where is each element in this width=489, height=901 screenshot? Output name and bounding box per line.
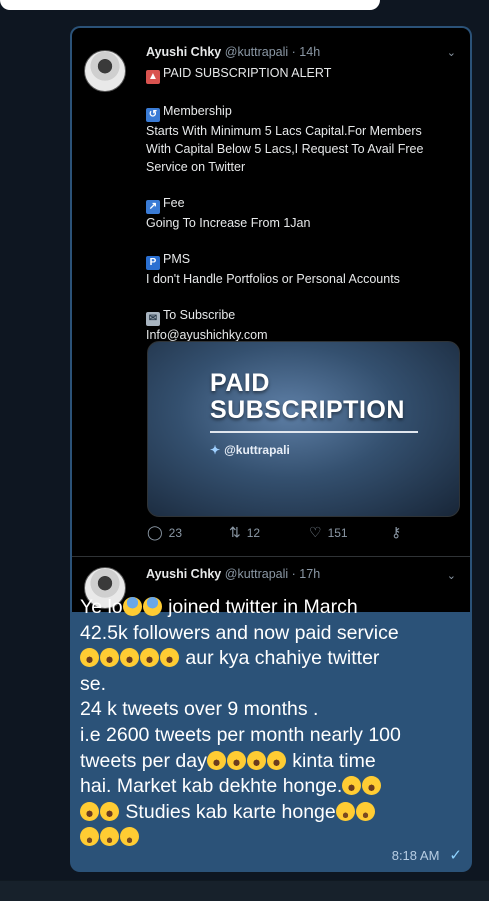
twitter-bird-icon: ✦	[210, 443, 221, 457]
card-divider	[210, 431, 418, 433]
reply-count: 23	[168, 526, 183, 540]
message-bubble[interactable]: Ayushi Chky @kuttrapali · 14h ⌄ ▲ PAID SU…	[70, 26, 472, 872]
retweet-icon: ⇅	[229, 524, 241, 540]
message-line: Ye lo	[80, 596, 123, 618]
laughing-emoji	[342, 776, 362, 796]
screaming-face-emoji	[122, 597, 142, 616]
retweet-action: ⇅ 12	[229, 524, 260, 541]
tweet-line: PAID SUBSCRIPTION ALERT	[163, 66, 332, 80]
card-title-line: PAID	[210, 369, 270, 397]
flushed-face-emoji	[355, 801, 375, 821]
tweet-line: With Capital Below 5 Lacs,I Request To A…	[146, 142, 424, 156]
laughing-emoji	[120, 648, 139, 668]
heart-icon: ♡	[309, 524, 322, 540]
avatar	[84, 50, 126, 92]
flushed-face-emoji	[80, 827, 99, 847]
laughing-emoji	[100, 648, 119, 668]
tweet-text: ▲ PAID SUBSCRIPTION ALERT ↺ Membership Sta…	[146, 64, 458, 344]
message-line: joined twitter in March	[168, 596, 358, 618]
double-check-icon: ✓	[449, 847, 462, 864]
laughing-emoji	[362, 776, 382, 796]
envelope-icon: ✉	[146, 312, 160, 326]
tweet: Ayushi Chky @kuttrapali · 14h ⌄ ▲ PAID SU…	[72, 28, 470, 555]
tweet-header: Ayushi Chky @kuttrapali · 17h	[146, 567, 320, 581]
tweet-line: Going To Increase From 1Jan	[146, 216, 311, 230]
screaming-face-emoji	[142, 597, 162, 616]
tweet-line: Service on Twitter	[146, 160, 246, 174]
laughing-emoji	[226, 750, 246, 770]
tweet-author-name: Ayushi Chky	[146, 567, 222, 581]
like-action: ♡ 151	[309, 524, 348, 541]
laughing-emoji	[100, 801, 119, 821]
membership-icon: ↺	[146, 108, 160, 122]
chevron-down-icon: ⌄	[446, 47, 456, 59]
tweet-author-name: Ayushi Chky	[146, 45, 222, 59]
message-meta: 8:18 AM ✓	[392, 846, 462, 864]
message-line: tweets per day	[80, 749, 207, 772]
laughing-emoji	[160, 648, 179, 668]
card-title-line: SUBSCRIPTION	[210, 396, 405, 424]
trend-up-icon: ↗	[146, 200, 160, 214]
message-line: i.e 2600 tweets per month nearly 100	[80, 723, 401, 746]
message-line: aur kya chahiye twitter	[185, 647, 380, 670]
message-line: kinta time	[292, 749, 376, 772]
laughing-emoji	[80, 801, 99, 821]
alert-icon: ▲	[146, 70, 160, 84]
tweet-line: Fee	[163, 196, 185, 210]
message-line: se.	[80, 672, 107, 695]
tweet-author-handle: @kuttrapali	[224, 567, 289, 581]
like-count: 151	[327, 526, 348, 540]
share-icon: ⚷	[391, 524, 402, 540]
flushed-face-emoji	[120, 827, 139, 847]
parking-p-icon: P	[146, 256, 160, 270]
flushed-face-emoji	[100, 827, 119, 847]
retweet-count: 12	[246, 526, 261, 540]
laughing-emoji	[206, 750, 226, 770]
tweet-time: · 14h	[291, 45, 321, 59]
tweet-author-handle: @kuttrapali	[224, 45, 289, 59]
card-title: PAID SUBSCRIPTION	[210, 370, 405, 424]
share-action: ⚷	[391, 524, 407, 541]
message-line: hai. Market kab dekhte honge.	[80, 775, 343, 798]
tweet-line: PMS	[163, 252, 191, 266]
message-text: Ye lo joined twitter in March 42.5k foll…	[80, 595, 460, 851]
card-handle: ✦ @kuttrapali	[210, 443, 290, 457]
tweet-header: Ayushi Chky @kuttrapali · 14h	[146, 45, 320, 59]
message-line: 24 k tweets over 9 months .	[80, 698, 319, 721]
message-time: 8:18 AM	[391, 848, 440, 863]
input-bar-edge	[0, 880, 489, 901]
reply-icon: ◯	[147, 524, 163, 540]
card-handle-text: @kuttrapali	[224, 443, 290, 457]
tweet-line: To Subscribe	[163, 308, 236, 322]
laughing-emoji	[246, 750, 266, 770]
tweet-screenshot-image[interactable]: Ayushi Chky @kuttrapali · 14h ⌄ ▲ PAID SU…	[72, 28, 470, 612]
laughing-emoji	[140, 648, 159, 668]
laughing-emoji	[266, 750, 286, 770]
tweet-line: I don't Handle Portfolios or Personal Ac…	[146, 272, 400, 286]
flushed-face-emoji	[335, 801, 355, 821]
laughing-emoji	[80, 648, 99, 668]
tweet-media-card: PAID SUBSCRIPTION ✦ @kuttrapali	[147, 341, 460, 517]
message-line: 42.5k followers and now paid service	[80, 621, 399, 644]
previous-message-bubble	[0, 0, 380, 10]
message-line: Studies kab karte honge	[125, 800, 336, 823]
tweet-line: Starts With Minimum 5 Lacs Capital.For M…	[146, 124, 422, 138]
tweet-line: Membership	[163, 104, 232, 118]
tweet-time: · 17h	[291, 567, 321, 581]
chevron-down-icon: ⌄	[446, 570, 456, 582]
tweet-actions: ◯ 23 ⇅ 12 ♡ 151 ⚷	[147, 524, 457, 544]
reply-action: ◯ 23	[147, 524, 182, 541]
